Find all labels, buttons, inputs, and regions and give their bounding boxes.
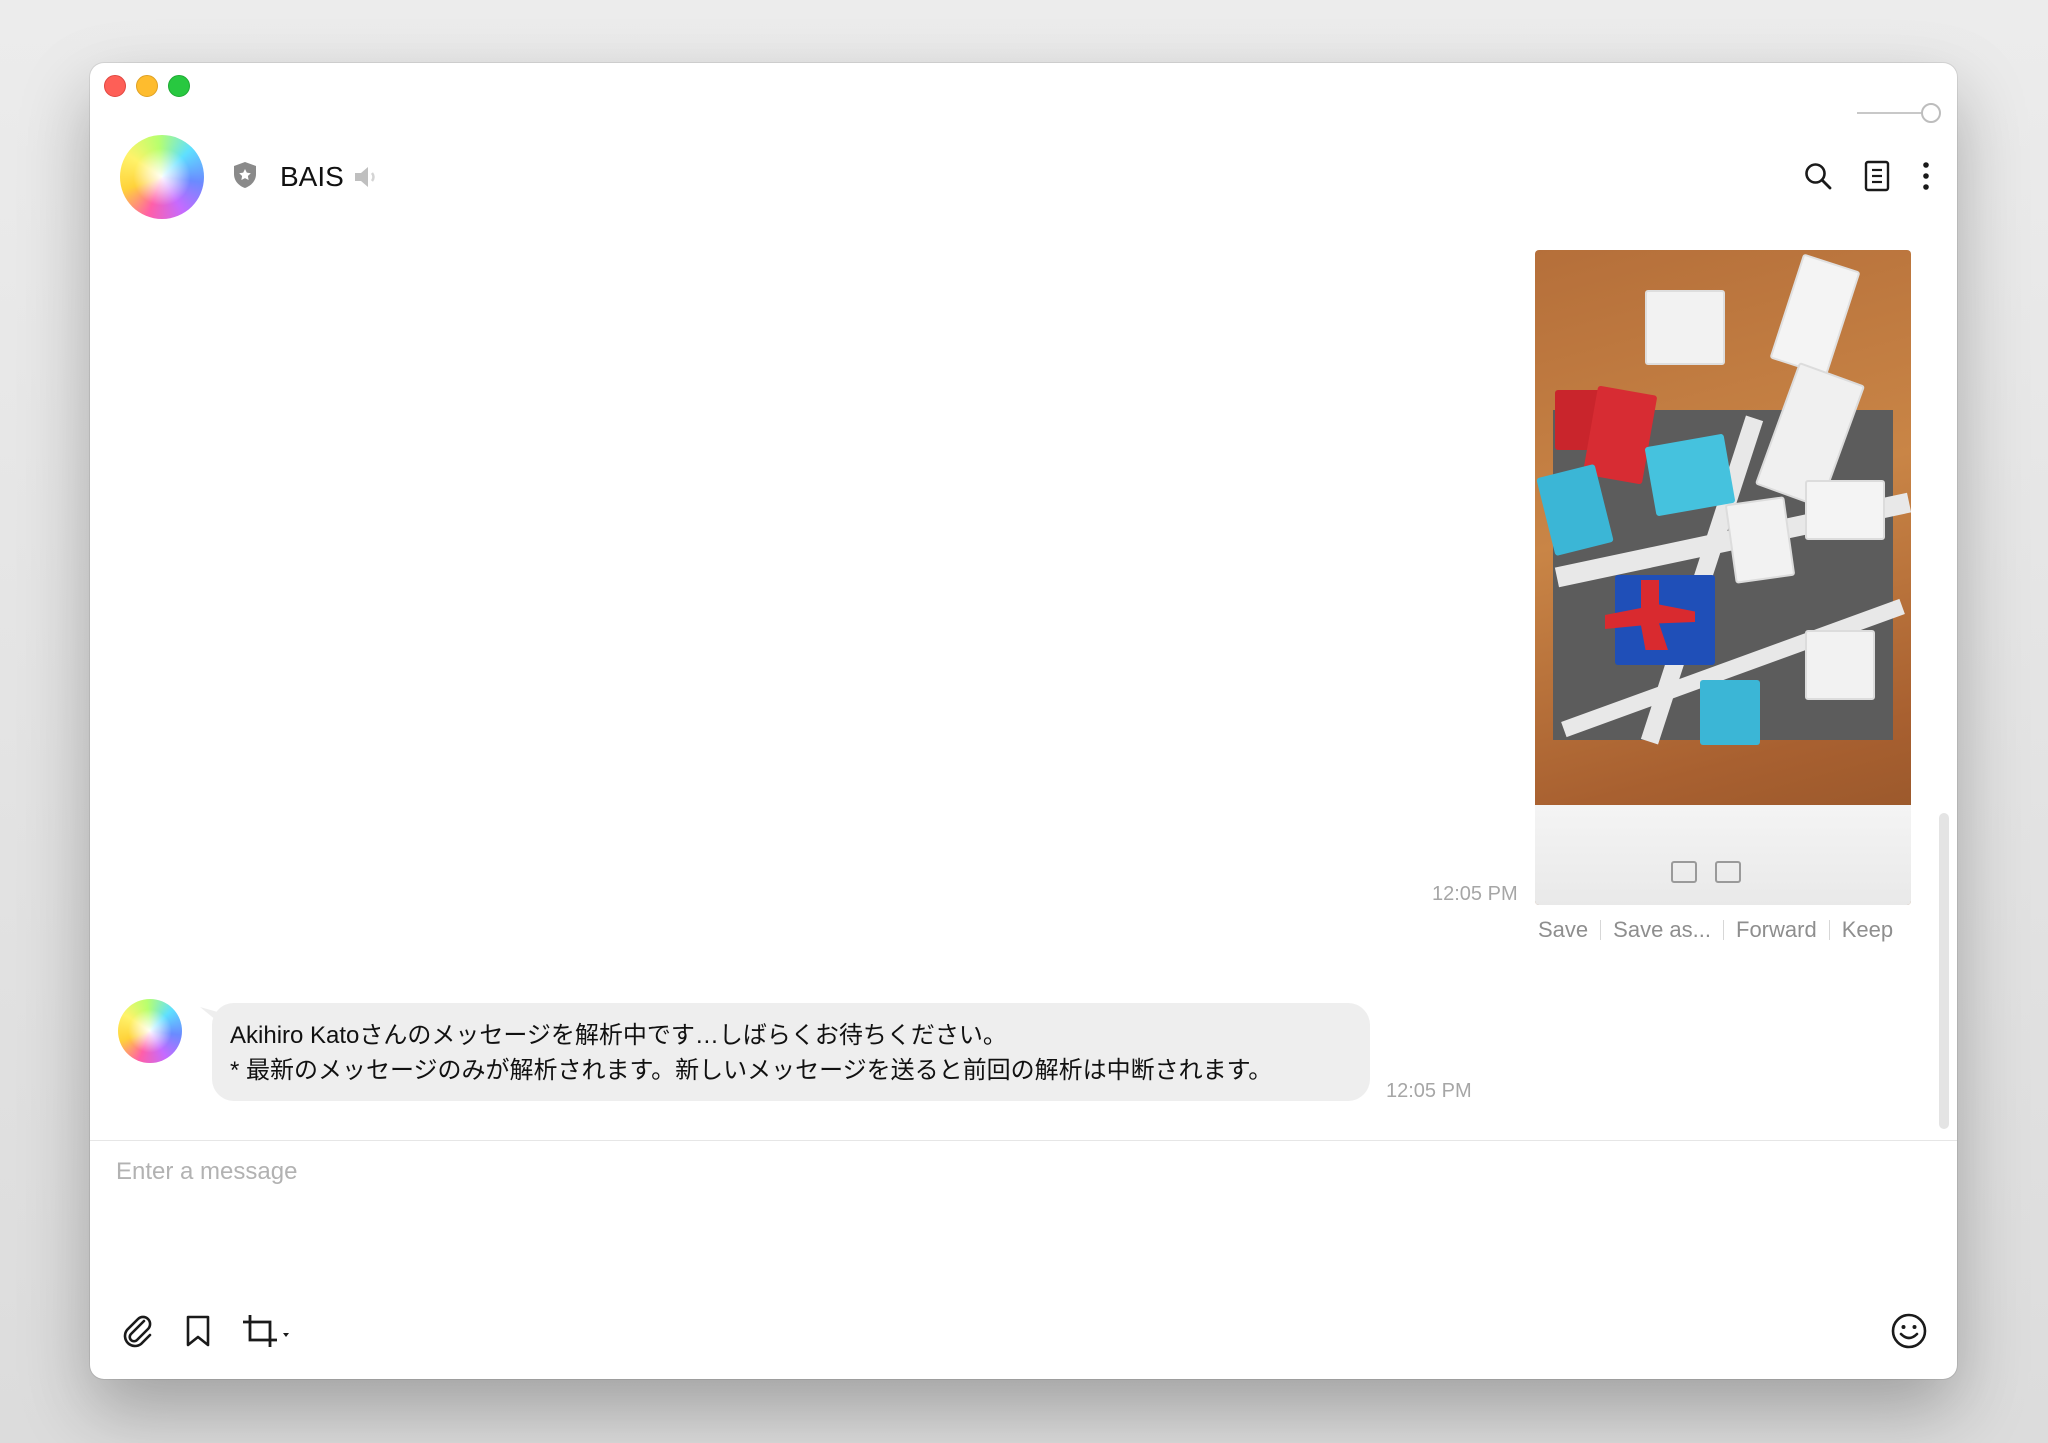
save-as-button[interactable]: Save as... [1613,917,1711,943]
paperclip-icon [123,1315,152,1348]
slider-track [1857,112,1923,114]
opacity-slider[interactable] [1857,101,1941,125]
maximize-window-button[interactable] [168,75,190,97]
more-options-button[interactable] [1909,159,1943,193]
image-actions: Save Save as... Forward Keep [1538,917,1893,943]
emoji-button[interactable] [1889,1311,1929,1351]
notes-button[interactable] [1860,159,1894,193]
chat-avatar[interactable] [120,135,204,219]
message-line-1: Akihiro Katoさんのメッセージを解析中です…しばらくお待ちください。 [230,1022,1007,1049]
divider [1828,920,1830,940]
close-window-button[interactable] [104,75,126,97]
message-input[interactable] [116,1158,1916,1308]
emoji-icon [1891,1313,1927,1349]
crop-icon [243,1315,289,1347]
divider [1600,920,1602,940]
minimize-window-button[interactable] [136,75,158,97]
slider-knob[interactable] [1921,103,1941,123]
more-icon [1923,162,1929,190]
attach-file-button[interactable] [118,1311,158,1351]
notes-icon [1864,160,1890,192]
search-button[interactable] [1801,159,1835,193]
screenshot-button[interactable] [240,1311,296,1351]
forward-button[interactable]: Forward [1736,917,1817,943]
keep-button[interactable]: Keep [1842,917,1893,943]
message-line-2: * 最新のメッセージのみが解析されます。新しいメッセージを送ると前回の解析は中断… [230,1057,1273,1084]
save-button[interactable]: Save [1538,917,1588,943]
chat-title: BAIS [280,161,344,192]
composer-divider [90,1140,1957,1141]
sender-avatar[interactable] [118,999,182,1063]
divider [1723,920,1724,940]
chat-scrollbar[interactable] [1939,813,1949,1129]
bookmark-icon [186,1315,210,1347]
message-timestamp: 12:05 PM [1432,883,1518,905]
mute-icon[interactable] [352,164,380,190]
image-message[interactable] [1535,250,1911,905]
window-controls [104,75,190,97]
chat-window: BAIS 12:05 PM Save Save as... Forward Ke… [90,63,1957,1379]
message-timestamp: 12:05 PM [1386,1080,1472,1102]
photo-paper [1535,805,1911,905]
keep-button-toolbar[interactable] [178,1311,218,1351]
shield-icon [234,162,256,188]
search-icon [1805,163,1832,190]
message-bubble[interactable]: Akihiro Katoさんのメッセージを解析中です…しばらくお待ちください。 … [212,1003,1370,1101]
